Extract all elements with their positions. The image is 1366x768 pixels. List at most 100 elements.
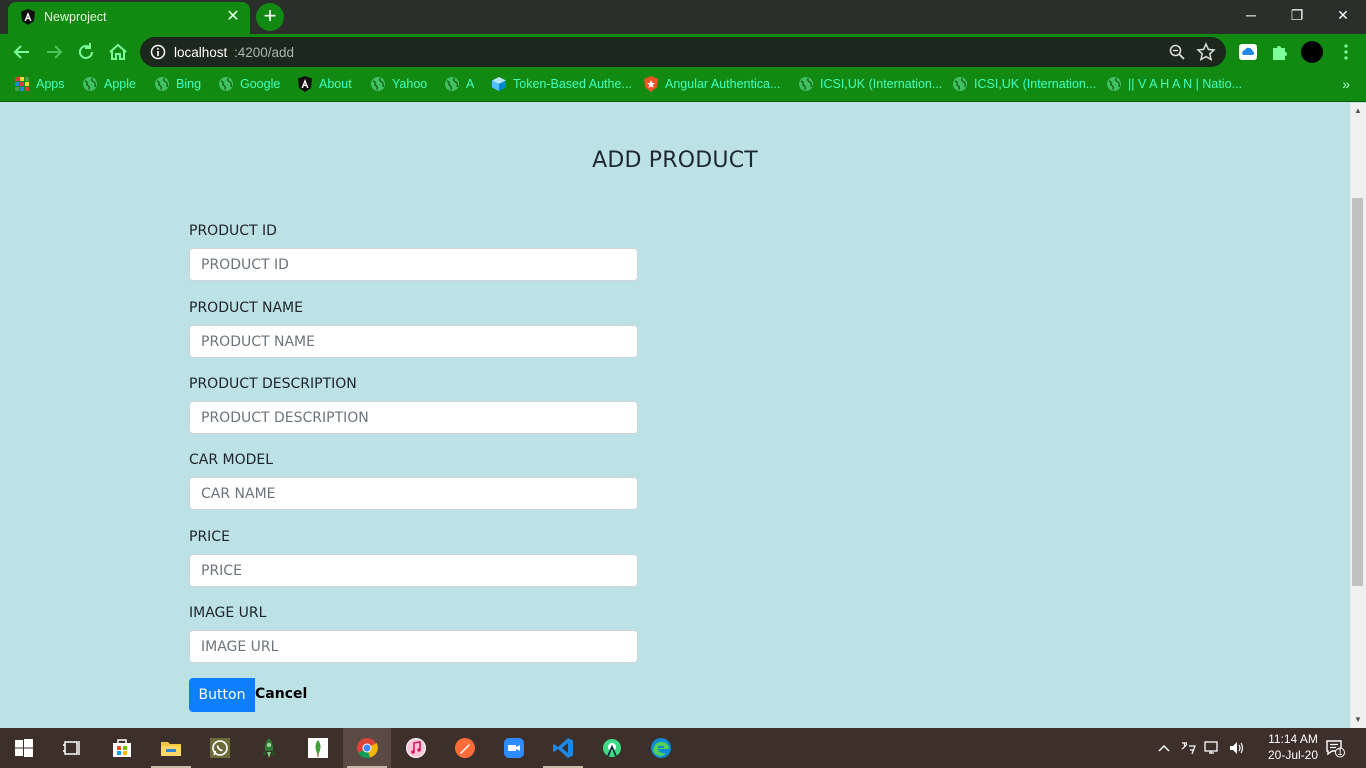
image-url-label: IMAGE URL: [189, 605, 267, 621]
vertical-scrollbar[interactable]: ▲ ▼: [1350, 103, 1366, 728]
tab-close-icon[interactable]: ✕: [224, 8, 242, 26]
bookmark-token-auth[interactable]: Token-Based Authe...: [491, 70, 632, 98]
store-icon: [113, 739, 131, 757]
product-id-input[interactable]: [189, 248, 638, 281]
bookmarks-overflow-icon[interactable]: »: [1342, 76, 1350, 92]
cancel-link[interactable]: Cancel: [255, 686, 307, 702]
network-icon[interactable]: [1204, 740, 1220, 756]
bookmark-about[interactable]: About: [297, 70, 352, 98]
browser-tab-active[interactable]: Newproject ✕: [8, 2, 250, 34]
bookmark-apps[interactable]: Apps: [14, 70, 65, 98]
taskbar-mongodb[interactable]: [294, 728, 342, 768]
bookmark-icsi-2[interactable]: ICSI,UK (Internation...: [952, 70, 1096, 98]
home-button[interactable]: [105, 39, 131, 65]
submit-button[interactable]: Button: [189, 678, 255, 712]
close-window-button[interactable]: ✕: [1320, 0, 1366, 30]
scroll-up-icon[interactable]: ▲: [1354, 107, 1362, 115]
taskbar-android-studio[interactable]: [588, 728, 636, 768]
windows-taskbar: 11:14 AM 20-Jul-20 1: [0, 728, 1366, 768]
bookmark-google[interactable]: Google: [218, 70, 280, 98]
bookmark-apple[interactable]: Apple: [82, 70, 136, 98]
zoom-icon[interactable]: [1168, 43, 1186, 61]
product-name-input[interactable]: [189, 325, 638, 358]
bookmark-star-icon[interactable]: [1196, 42, 1216, 62]
product-name-label: PRODUCT NAME: [189, 300, 303, 316]
taskbar-vscode[interactable]: [539, 728, 587, 768]
bookmark-label: A: [466, 77, 475, 91]
profile-avatar-icon[interactable]: [1301, 41, 1323, 63]
page-title: ADD PRODUCT: [592, 148, 758, 173]
cloud-extension-icon[interactable]: [1238, 42, 1258, 62]
taskbar-file-explorer[interactable]: [147, 728, 195, 768]
bookmark-angular-auth[interactable]: Angular Authentica...: [643, 70, 780, 98]
taskbar-edge[interactable]: [637, 728, 685, 768]
info-icon[interactable]: [150, 44, 166, 60]
taskbar-itunes[interactable]: [392, 728, 440, 768]
apps-grid-icon: [15, 77, 29, 91]
task-view-button[interactable]: [48, 728, 96, 768]
volume-icon[interactable]: [1228, 740, 1244, 756]
image-url-input[interactable]: [189, 630, 638, 663]
product-description-label: PRODUCT DESCRIPTION: [189, 376, 357, 392]
scroll-down-icon[interactable]: ▼: [1354, 716, 1362, 724]
globe-icon: [445, 77, 459, 91]
forward-button[interactable]: [41, 39, 67, 65]
cube-icon: [492, 77, 506, 91]
tab-title: Newproject: [44, 10, 107, 24]
bookmark-label: ICSI,UK (Internation...: [820, 77, 943, 91]
bookmark-label: Apple: [104, 77, 136, 91]
car-model-input[interactable]: [189, 477, 638, 510]
taskbar-chrome[interactable]: [343, 728, 391, 768]
bookmark-label: About: [319, 77, 352, 91]
taskbar-rocket-app[interactable]: [245, 728, 293, 768]
back-button[interactable]: [9, 39, 35, 65]
vscode-icon: [553, 738, 573, 758]
language-icon[interactable]: [1180, 740, 1196, 756]
browser-title-bar: Newproject ✕ + ─ ❐ ✕: [0, 0, 1366, 34]
taskbar-postman[interactable]: [441, 728, 489, 768]
start-button[interactable]: [0, 728, 48, 768]
globe-icon: [953, 77, 967, 91]
reload-icon: [79, 43, 93, 59]
price-input[interactable]: [189, 554, 638, 587]
scrollbar-thumb[interactable]: [1352, 198, 1363, 586]
android-studio-icon: [603, 739, 621, 757]
extensions-puzzle-icon[interactable]: [1270, 42, 1290, 62]
chevron-up-icon[interactable]: [1156, 741, 1172, 757]
bookmark-yahoo[interactable]: Yahoo: [370, 70, 427, 98]
whatsapp-icon: [210, 738, 230, 758]
home-icon: [109, 43, 127, 60]
bookmarks-bar: Apps Apple Bing Google About Yahoo A Tok…: [0, 70, 1366, 102]
bookmark-vahan[interactable]: || V A H A N | Natio...: [1106, 70, 1242, 98]
minimize-button[interactable]: ─: [1228, 0, 1274, 30]
bookmark-label: Google: [240, 77, 281, 91]
windows-logo-icon: [15, 739, 33, 757]
url-path: :4200/add: [234, 45, 295, 60]
chrome-icon: [357, 738, 378, 758]
menu-dots-icon[interactable]: [1336, 42, 1356, 62]
taskbar-whatsapp[interactable]: [196, 728, 244, 768]
arrow-right-icon: [47, 45, 63, 59]
notification-count: 1: [1337, 747, 1343, 757]
new-tab-button[interactable]: +: [256, 3, 284, 31]
reload-button[interactable]: [73, 39, 99, 65]
taskbar-store[interactable]: [98, 728, 146, 768]
taskbar-zoom[interactable]: [490, 728, 538, 768]
globe-icon: [371, 77, 385, 91]
address-bar[interactable]: localhost :4200/add: [140, 37, 1226, 67]
arrow-left-icon: [13, 45, 29, 59]
bookmark-bing[interactable]: Bing: [154, 70, 201, 98]
globe-icon: [799, 77, 813, 91]
bookmark-a[interactable]: A: [444, 70, 474, 98]
url-host: localhost: [174, 45, 228, 60]
auth0-icon: [644, 76, 658, 92]
product-id-label: PRODUCT ID: [189, 223, 277, 239]
price-label: PRICE: [189, 529, 230, 545]
notifications-icon[interactable]: 1: [1325, 738, 1345, 758]
bookmark-icsi-1[interactable]: ICSI,UK (Internation...: [798, 70, 942, 98]
product-description-input[interactable]: [189, 401, 638, 434]
task-view-icon: [63, 741, 80, 755]
system-clock[interactable]: 11:14 AM 20-Jul-20: [1268, 731, 1318, 763]
restore-button[interactable]: ❐: [1274, 0, 1320, 30]
bookmark-label: Bing: [176, 77, 202, 91]
